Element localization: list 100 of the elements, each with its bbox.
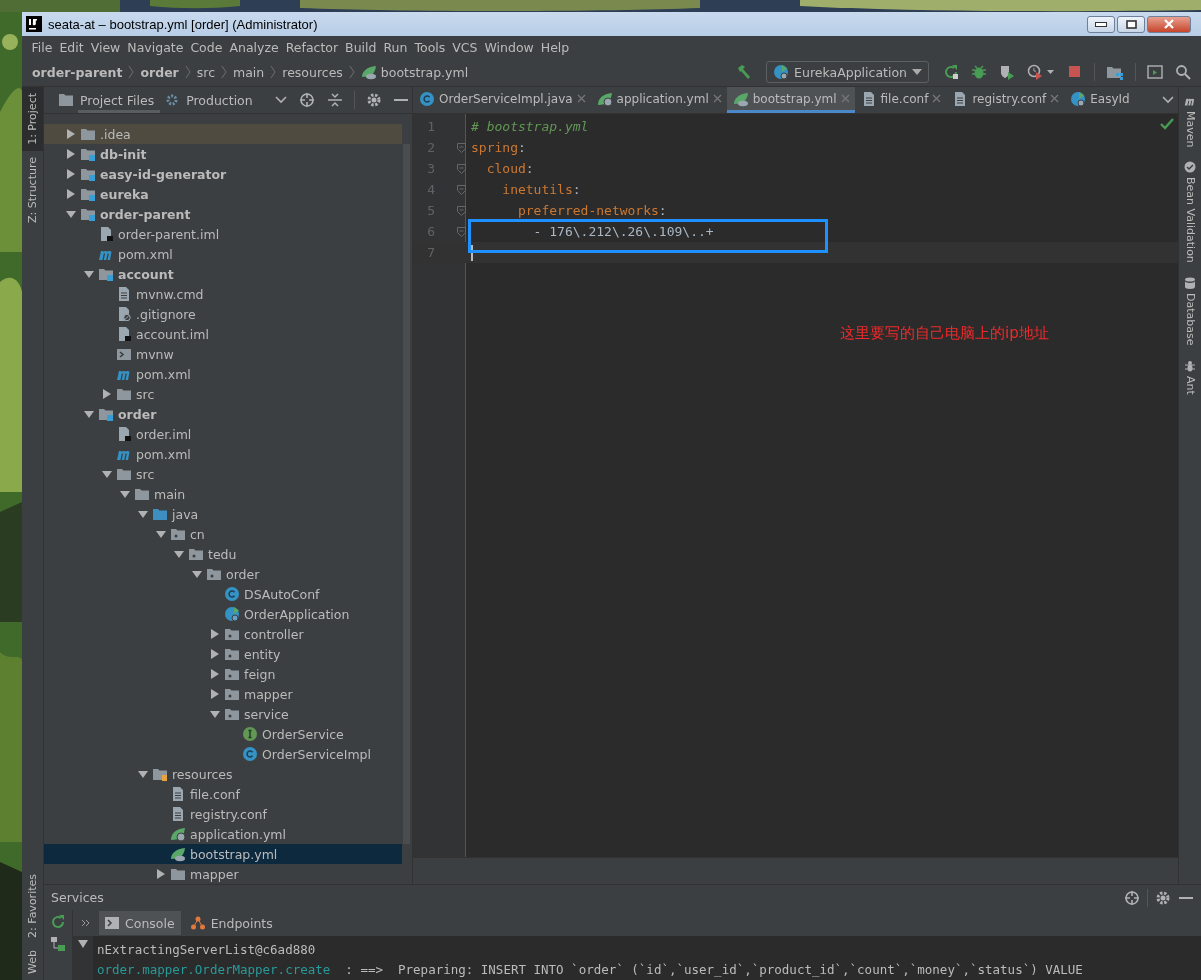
breadcrumb[interactable]: src	[196, 64, 216, 80]
menu-item[interactable]: VCS	[448, 39, 481, 55]
tree-row[interactable]: eureka	[44, 184, 402, 204]
settings-icon[interactable]	[366, 92, 382, 108]
tree-row[interactable]: DSAutoConf	[44, 584, 402, 604]
tool-window-tab[interactable]: 2: Favorites	[22, 868, 43, 944]
scope-tab[interactable]: Project Files	[78, 87, 161, 113]
tree-row[interactable]: java	[44, 504, 402, 524]
menu-item[interactable]: Navigate	[123, 39, 187, 55]
tool-window-tab[interactable]: 1: Project	[22, 87, 43, 151]
fold-marker-icon[interactable]	[457, 142, 466, 153]
tree-row[interactable]: OrderApplication	[44, 604, 402, 624]
tree-row[interactable]: mvnw	[44, 344, 402, 364]
tree-row[interactable]: controller	[44, 624, 402, 644]
editor-tab[interactable]: OrderServiceImpl.java	[413, 87, 591, 113]
fold-marker-icon[interactable]	[457, 205, 466, 216]
run-configuration-dropdown[interactable]: EurekaApplication	[766, 61, 929, 83]
tree-row[interactable]: mvnw.cmd	[44, 284, 402, 304]
collapse-arrow-icon[interactable]	[66, 189, 76, 199]
expand-arrow-icon[interactable]	[120, 489, 130, 499]
folder-grid-icon[interactable]	[1106, 64, 1124, 80]
close-button[interactable]	[1147, 15, 1191, 33]
tree-row[interactable]: cn	[44, 524, 402, 544]
tree-row[interactable]: order	[44, 404, 402, 424]
minimize-button[interactable]	[1087, 15, 1115, 33]
tree-row[interactable]: account.iml	[44, 324, 402, 344]
fold-marker-icon[interactable]	[457, 163, 466, 174]
expand-arrow-icon[interactable]	[156, 529, 166, 539]
menu-item[interactable]: View	[87, 39, 124, 55]
stop-icon[interactable]	[1067, 64, 1083, 80]
refresh-icon[interactable]	[50, 914, 66, 930]
collapse-arrow-icon[interactable]	[102, 389, 112, 399]
tree-structure-icon[interactable]	[50, 936, 66, 952]
breadcrumb[interactable]: order-parent	[32, 64, 123, 80]
breadcrumb[interactable]: order	[140, 64, 179, 80]
tree-row[interactable]: order.iml	[44, 424, 402, 444]
tree-row[interactable]: tedu	[44, 544, 402, 564]
tree-row[interactable]: easy-id-generator	[44, 164, 402, 184]
tree-row[interactable]: src	[44, 384, 402, 404]
menu-item[interactable]: Code	[186, 39, 226, 55]
clock-run-icon[interactable]	[1027, 64, 1055, 80]
menu-item[interactable]: Build	[341, 39, 380, 55]
menu-item[interactable]: Tools	[410, 39, 449, 55]
tree-row[interactable]: resources	[44, 764, 402, 784]
tool-window-tab[interactable]: Database	[1179, 277, 1201, 346]
expand-arrow-icon[interactable]	[192, 569, 202, 579]
collapse-arrow-icon[interactable]	[66, 169, 76, 179]
editor-tab[interactable]: bootstrap.yml	[726, 87, 855, 113]
collapse-arrow-icon[interactable]	[210, 629, 220, 639]
collapse-arrow-icon[interactable]	[210, 689, 220, 699]
run-window-icon[interactable]	[1147, 64, 1163, 80]
crosshair-icon[interactable]	[299, 92, 315, 108]
tree-row[interactable]: registry.conf	[44, 804, 402, 824]
settings-icon[interactable]	[1155, 889, 1171, 906]
tree-row[interactable]: order	[44, 564, 402, 584]
double-chevron-icon[interactable]	[81, 919, 91, 927]
tree-row[interactable]: order-parent.iml	[44, 224, 402, 244]
tool-window-tab[interactable]: Web	[22, 944, 43, 980]
tool-window-tab[interactable]: Ant	[1179, 359, 1201, 395]
scrollbar[interactable]	[403, 144, 410, 844]
menu-item[interactable]: Run	[380, 39, 411, 55]
collapse-arrow-icon[interactable]	[66, 129, 76, 139]
expand-arrow-icon[interactable]	[174, 549, 184, 559]
menu-item[interactable]: Window	[481, 39, 538, 55]
collapse-arrow-icon[interactable]	[156, 869, 166, 879]
tree-row[interactable]: pom.xml	[44, 444, 402, 464]
breadcrumb[interactable]: bootstrap.yml	[380, 64, 469, 80]
search-icon[interactable]	[1175, 64, 1191, 80]
menu-item[interactable]: Edit	[55, 39, 88, 55]
tree-row[interactable]: OrderServiceImpl	[44, 744, 402, 764]
breadcrumb[interactable]: resources	[282, 64, 343, 80]
tree-row[interactable]: pom.xml	[44, 244, 402, 264]
expand-arrow-icon[interactable]	[66, 209, 76, 219]
expand-arrow-icon[interactable]	[84, 409, 94, 419]
menu-item[interactable]: Help	[537, 39, 573, 55]
tree-row[interactable]: OrderService	[44, 724, 402, 744]
tree-row[interactable]: application.yml	[44, 824, 402, 844]
tree-row[interactable]: account	[44, 264, 402, 284]
rerun-icon[interactable]	[943, 64, 959, 80]
collapse-arrow-icon[interactable]	[210, 669, 220, 679]
tool-window-tab[interactable]: Maven	[1179, 95, 1201, 148]
expand-arrow-icon[interactable]	[138, 769, 148, 779]
tree-row[interactable]: feign	[44, 664, 402, 684]
down-arrow-icon[interactable]	[78, 940, 88, 948]
editor-tab[interactable]: EasyId	[1064, 87, 1135, 113]
editor-tab[interactable]: application.yml	[590, 87, 727, 113]
maximize-button[interactable]	[1117, 15, 1145, 33]
menu-item[interactable]: File	[28, 39, 56, 55]
editor-tab[interactable]: registry.conf	[946, 87, 1065, 113]
expand-arrow-icon[interactable]	[210, 709, 220, 719]
collapse-arrow-icon[interactable]	[66, 149, 76, 159]
tree-row[interactable]: file.conf	[44, 784, 402, 804]
tree-row[interactable]: mapper	[44, 684, 402, 704]
tree-row[interactable]: db-init	[44, 144, 402, 164]
minimize-icon[interactable]	[394, 98, 408, 102]
fold-marker-icon[interactable]	[457, 184, 466, 195]
tree-row[interactable]: order-parent	[44, 204, 402, 224]
tree-row[interactable]: bootstrap.yml	[44, 844, 402, 864]
crosshair-icon[interactable]	[1124, 889, 1140, 906]
collapse-all-icon[interactable]	[327, 92, 343, 108]
